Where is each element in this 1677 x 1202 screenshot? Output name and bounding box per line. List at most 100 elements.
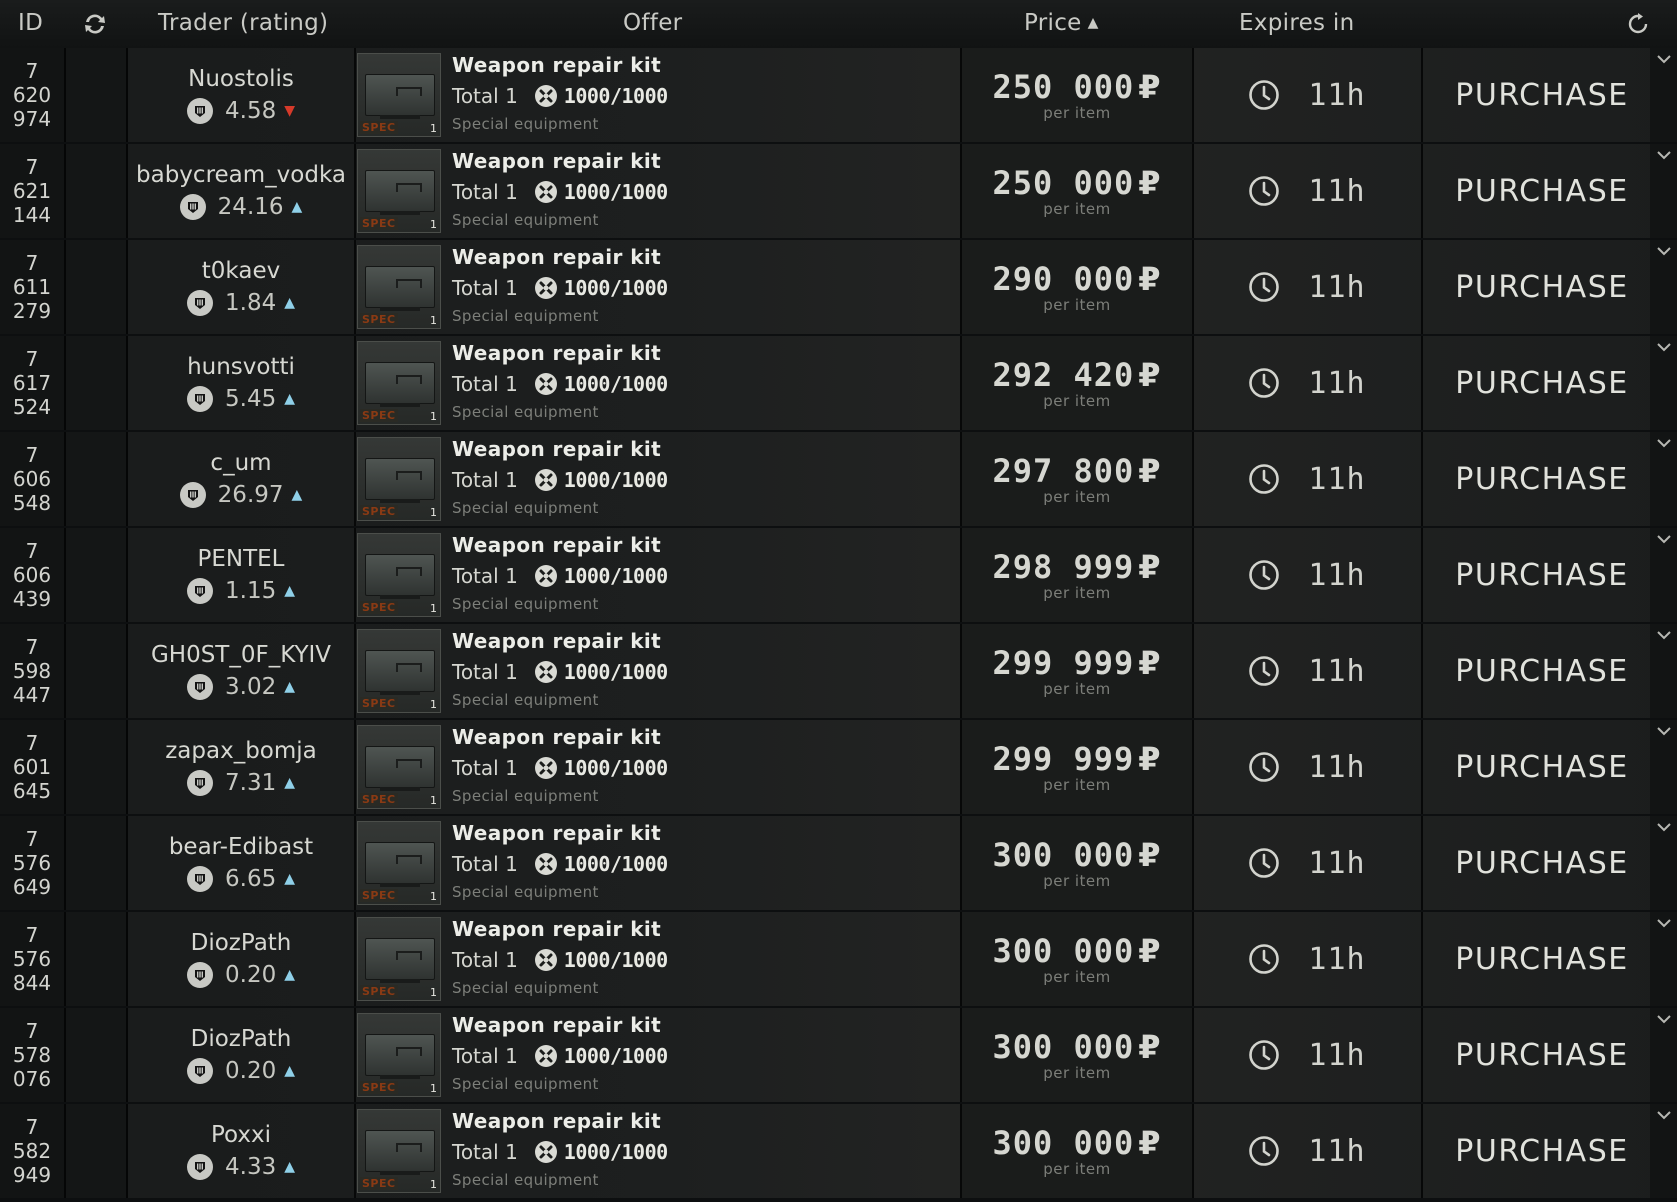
item-thumbnail[interactable]: SPEC 1	[357, 245, 441, 329]
column-header-offer[interactable]: Offer	[623, 0, 682, 48]
trader-name[interactable]: GH0ST_0F_KYIV	[151, 642, 331, 668]
rouble-icon: ₽	[1138, 931, 1162, 970]
purchase-button[interactable]: PURCHASE	[1424, 1104, 1660, 1198]
offer-id-part: 645	[12, 779, 52, 803]
item-thumbnail[interactable]: SPEC 1	[357, 53, 441, 137]
trader-rating: 0.20 ▲	[187, 1058, 295, 1084]
trader-name[interactable]: hunsvotti	[187, 354, 295, 380]
item-thumbnail[interactable]: SPEC 1	[357, 437, 441, 521]
expires-cell: 11h	[1193, 816, 1423, 910]
spec-badge: SPEC	[360, 793, 398, 806]
item-thumbnail[interactable]: SPEC 1	[357, 533, 441, 617]
expand-row-button[interactable]	[1650, 336, 1677, 430]
item-total: Total 1	[452, 84, 518, 108]
trader-cell: Poxxi 4.33 ▲	[128, 1104, 356, 1198]
item-thumbnail[interactable]: SPEC 1	[357, 341, 441, 425]
item-thumbnail[interactable]: SPEC 1	[357, 1109, 441, 1193]
trader-name[interactable]: c_um	[210, 450, 271, 476]
item-category: Special equipment	[452, 1075, 599, 1093]
spec-badge: SPEC	[360, 505, 398, 518]
column-header-id[interactable]: ID	[18, 0, 43, 48]
price-value: 250 000 ₽	[992, 69, 1161, 105]
purchase-button[interactable]: PURCHASE	[1424, 48, 1660, 142]
trader-name[interactable]: PENTEL	[197, 546, 284, 572]
offer-id: 7 576 649	[0, 816, 66, 910]
item-durability: 1000/1000	[563, 84, 668, 108]
offer-id-part: 620	[12, 83, 52, 107]
trader-name[interactable]: babycream_vodka	[136, 162, 346, 188]
trader-name[interactable]: t0kaev	[202, 258, 280, 284]
chevron-down-icon	[1656, 535, 1671, 544]
expand-row-button[interactable]	[1650, 1104, 1677, 1198]
rouble-icon: ₽	[1138, 739, 1162, 778]
item-name[interactable]: Weapon repair kit	[452, 435, 952, 463]
purchase-button[interactable]: PURCHASE	[1424, 624, 1660, 718]
expires-cell: 11h	[1193, 144, 1423, 238]
item-thumbnail[interactable]: SPEC 1	[357, 629, 441, 713]
item-name[interactable]: Weapon repair kit	[452, 147, 952, 175]
row-spacer	[66, 528, 128, 622]
item-thumbnail[interactable]: SPEC 1	[357, 821, 441, 905]
item-thumbnail[interactable]: SPEC 1	[357, 149, 441, 233]
column-header-price[interactable]: Price ▲	[1024, 0, 1099, 48]
expand-row-button[interactable]	[1650, 912, 1677, 1006]
trader-cell: Nuostolis 4.58 ▼	[128, 48, 356, 142]
item-name[interactable]: Weapon repair kit	[452, 339, 952, 367]
case-handle	[396, 375, 422, 384]
offer-details: Weapon repair kit Total 1 1000/1000 Spec…	[452, 144, 952, 241]
expand-row-button[interactable]	[1650, 816, 1677, 910]
trader-name[interactable]: bear-Edibast	[169, 834, 313, 860]
expand-row-button[interactable]	[1650, 432, 1677, 526]
item-name[interactable]: Weapon repair kit	[452, 915, 952, 943]
item-name[interactable]: Weapon repair kit	[452, 819, 952, 847]
column-header-trader[interactable]: Trader (rating)	[158, 0, 328, 48]
expand-row-button[interactable]	[1650, 240, 1677, 334]
durability-icon	[534, 84, 558, 108]
item-name[interactable]: Weapon repair kit	[452, 243, 952, 271]
expand-row-button[interactable]	[1650, 1008, 1677, 1102]
clock-icon	[1248, 559, 1280, 591]
purchase-button[interactable]: PURCHASE	[1424, 432, 1660, 526]
expand-row-button[interactable]	[1650, 144, 1677, 238]
item-name[interactable]: Weapon repair kit	[452, 1011, 952, 1039]
item-name[interactable]: Weapon repair kit	[452, 627, 952, 655]
expires-cell: 11h	[1193, 240, 1423, 334]
trader-cell: hunsvotti 5.45 ▲	[128, 336, 356, 430]
price-amount: 299 999	[992, 739, 1135, 778]
purchase-button[interactable]: PURCHASE	[1424, 720, 1660, 814]
purchase-button[interactable]: PURCHASE	[1424, 336, 1660, 430]
item-name[interactable]: Weapon repair kit	[452, 723, 952, 751]
rouble-icon: ₽	[1138, 1027, 1162, 1066]
item-name[interactable]: Weapon repair kit	[452, 1107, 952, 1135]
item-thumbnail[interactable]: SPEC 1	[357, 917, 441, 1001]
purchase-button[interactable]: PURCHASE	[1424, 144, 1660, 238]
expand-row-button[interactable]	[1650, 48, 1677, 142]
purchase-button[interactable]: PURCHASE	[1424, 528, 1660, 622]
purchase-button[interactable]: PURCHASE	[1424, 240, 1660, 334]
trader-name[interactable]: DiozPath	[191, 1026, 292, 1052]
rouble-icon: ₽	[1138, 643, 1162, 682]
swap-icon[interactable]	[80, 0, 110, 48]
purchase-button[interactable]: PURCHASE	[1424, 1008, 1660, 1102]
item-thumbnail[interactable]: SPEC 1	[357, 725, 441, 809]
trader-name[interactable]: Poxxi	[211, 1122, 271, 1148]
trader-cell: GH0ST_0F_KYIV 3.02 ▲	[128, 624, 356, 718]
rating-icon	[187, 290, 213, 316]
item-name[interactable]: Weapon repair kit	[452, 531, 952, 559]
expand-row-button[interactable]	[1650, 624, 1677, 718]
trader-name[interactable]: zapax_bomja	[165, 738, 317, 764]
purchase-button[interactable]: PURCHASE	[1424, 816, 1660, 910]
column-header-expires[interactable]: Expires in	[1239, 0, 1355, 48]
expand-row-button[interactable]	[1650, 528, 1677, 622]
item-name[interactable]: Weapon repair kit	[452, 51, 952, 79]
stack-count: 1	[430, 218, 437, 231]
item-thumbnail[interactable]: SPEC 1	[357, 1013, 441, 1097]
expand-row-button[interactable]	[1650, 720, 1677, 814]
trader-name[interactable]: DiozPath	[191, 930, 292, 956]
row-spacer	[66, 336, 128, 430]
price-value: 290 000 ₽	[992, 261, 1161, 297]
trader-name[interactable]: Nuostolis	[188, 66, 294, 92]
refresh-icon[interactable]	[1624, 0, 1652, 48]
purchase-button[interactable]: PURCHASE	[1424, 912, 1660, 1006]
rouble-icon: ₽	[1138, 67, 1162, 106]
